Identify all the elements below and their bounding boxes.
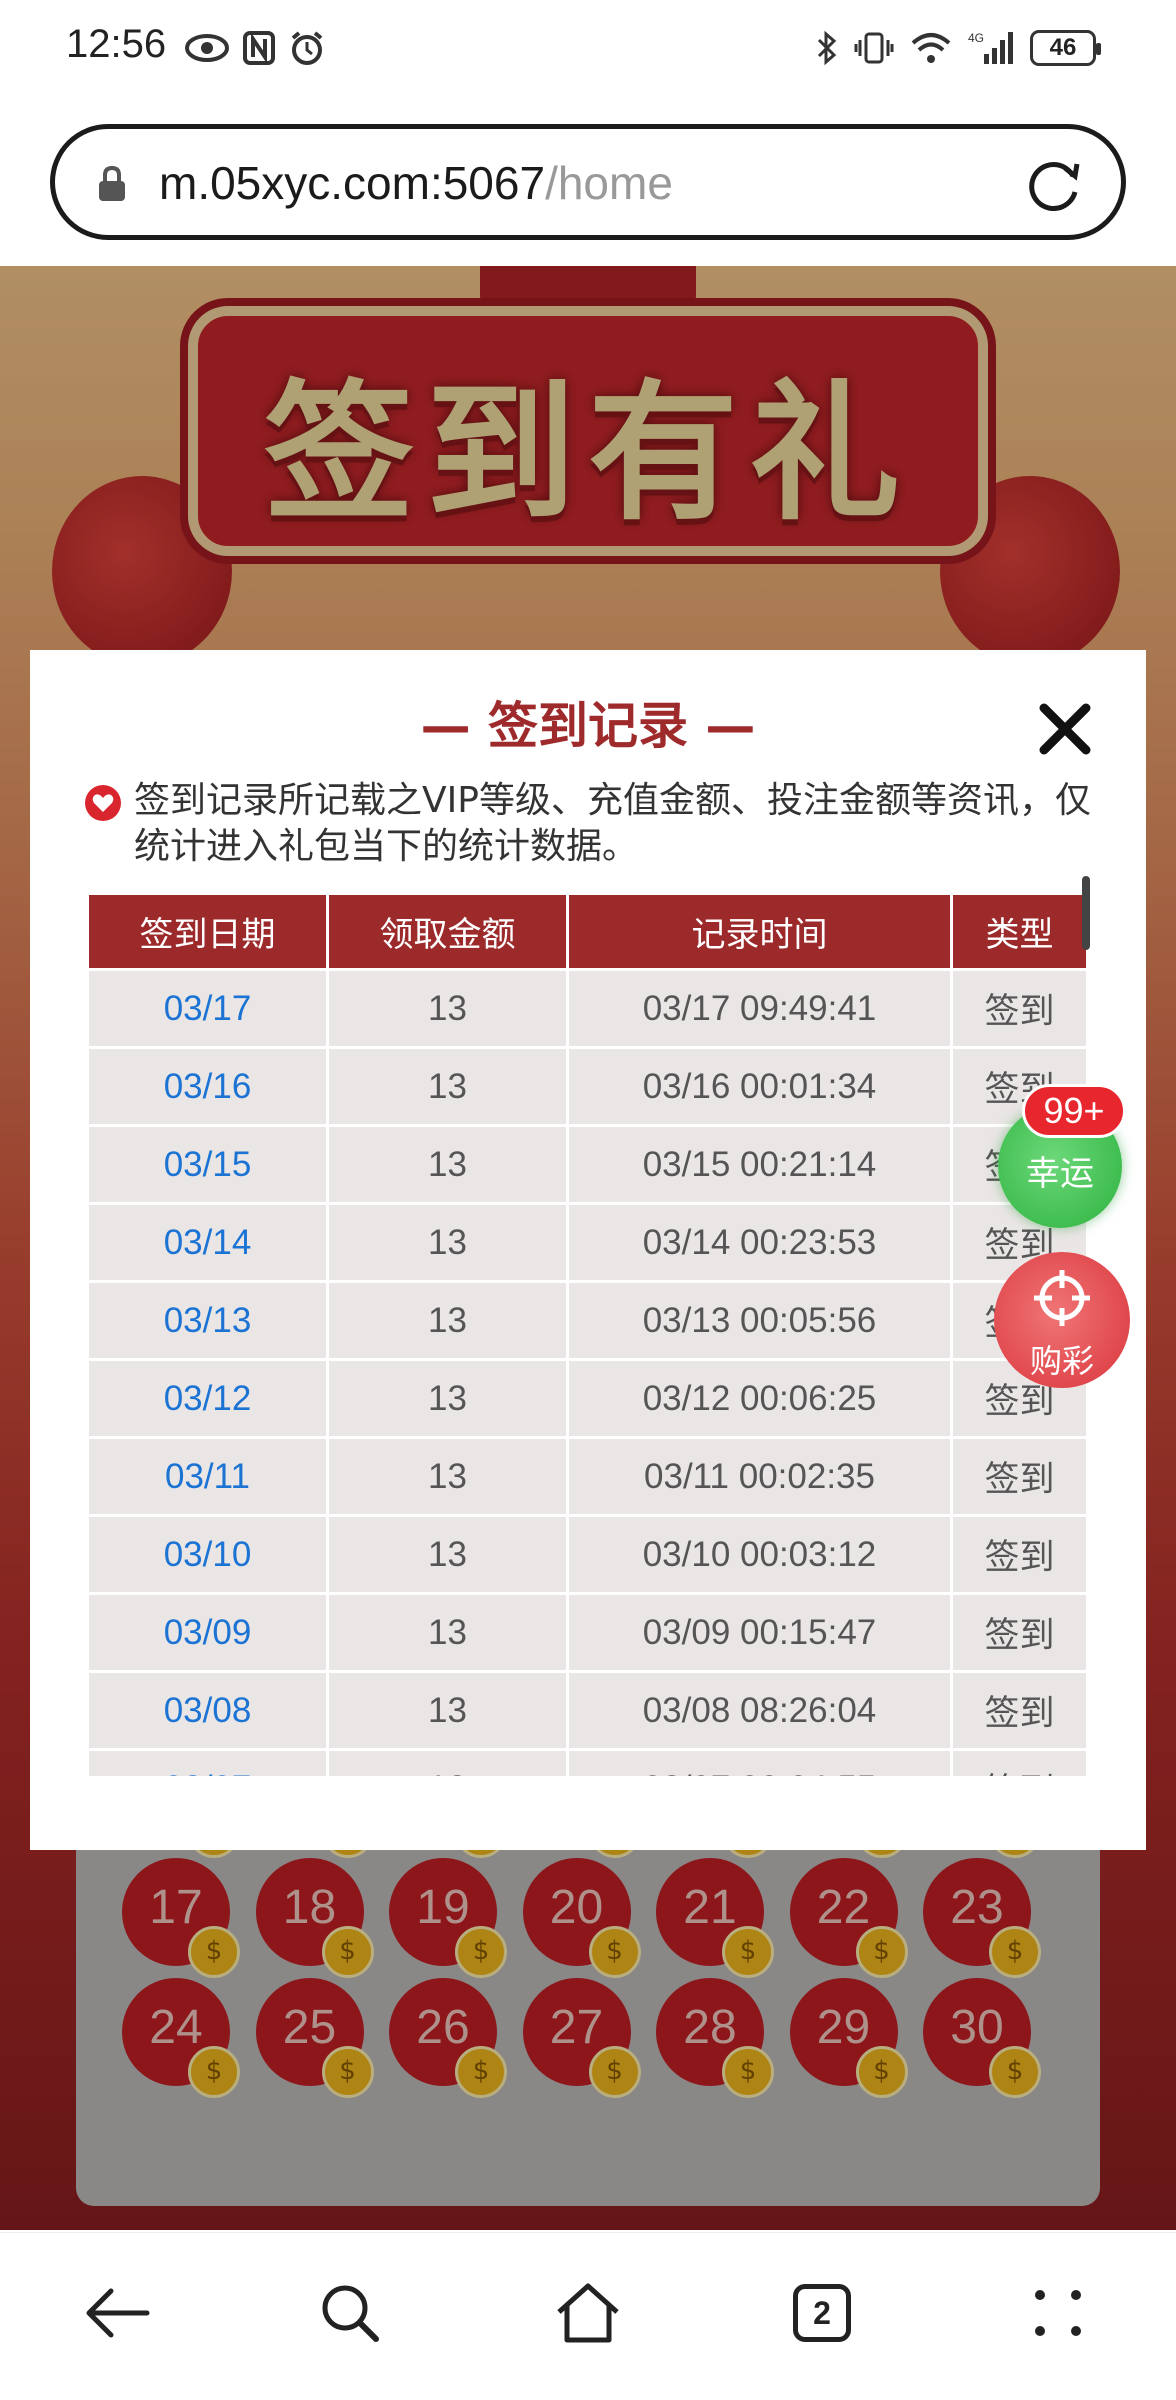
status-right-icons: 4G 46 bbox=[816, 30, 1101, 66]
notice-text: 签到记录所记载之VIP等级、充值金额、投注金额等资讯，仅统计进入礼包当下的统计数… bbox=[134, 780, 1091, 867]
column-header-date: 签到日期 bbox=[86, 892, 329, 971]
status-time: 12:56 bbox=[66, 22, 167, 66]
records-table: 签到日期 领取金额 记录时间 类型 03/17 13 03/17 09:49:41 签… bbox=[86, 892, 1086, 1776]
signal-icon: 4G bbox=[968, 31, 1013, 64]
table-row: 03/08 13 03/08 08:26:04 签到 bbox=[86, 1670, 1086, 1751]
cell-type: 签到 bbox=[950, 968, 1086, 1049]
cell-type: 签到 bbox=[950, 1514, 1086, 1595]
table-row: 03/151303/15 00:21:14签到 bbox=[86, 1124, 1086, 1205]
cell-amount: 13 bbox=[326, 1358, 569, 1439]
cell-time: 03/07 00:04:55 bbox=[566, 1748, 953, 1776]
cell-date: 03/15 bbox=[86, 1124, 329, 1205]
cell-amount: 13 bbox=[326, 1748, 569, 1776]
battery-indicator: 46 bbox=[1030, 30, 1101, 66]
home-icon bbox=[557, 2283, 619, 2343]
cell-amount: 13 bbox=[326, 1280, 569, 1361]
target-icon bbox=[1034, 1270, 1090, 1326]
column-header-time: 记录时间 bbox=[566, 892, 953, 971]
cell-type: 签到 bbox=[950, 1748, 1086, 1776]
cell-time: 03/14 00:23:53 bbox=[566, 1202, 953, 1283]
lucky-label: 幸运 bbox=[1026, 1154, 1094, 1194]
column-header-amount: 领取金额 bbox=[326, 892, 569, 971]
table-row: 03/10 13 03/10 00:03:12 签到 bbox=[86, 1514, 1086, 1595]
cell-time: 03/08 08:26:04 bbox=[566, 1670, 953, 1751]
cell-type: 签到 bbox=[950, 1436, 1086, 1517]
cell-time: 03/09 00:15:47 bbox=[566, 1592, 953, 1673]
cell-date: 03/16 bbox=[86, 1046, 329, 1127]
buy-lottery-float-button[interactable]: 购彩 bbox=[994, 1252, 1130, 1388]
cell-time: 03/17 09:49:41 bbox=[566, 968, 953, 1049]
menu-button[interactable] bbox=[1018, 2273, 1098, 2353]
cell-time: 03/13 00:05:56 bbox=[566, 1280, 953, 1361]
cell-date: 03/14 bbox=[86, 1202, 329, 1283]
table-row: 03/12 13 03/12 00:06:25 签到 bbox=[86, 1358, 1086, 1439]
cell-amount: 13 bbox=[326, 1046, 569, 1127]
cell-date: 03/10 bbox=[86, 1514, 329, 1595]
cell-amount: 13 bbox=[326, 1202, 569, 1283]
cell-amount: 13 bbox=[326, 1592, 569, 1673]
cell-amount: 13 bbox=[326, 968, 569, 1049]
cell-time: 03/15 00:21:14 bbox=[566, 1124, 953, 1205]
cell-time: 03/11 00:02:35 bbox=[566, 1436, 953, 1517]
url-host: m.05xyc.com:5067 bbox=[159, 157, 546, 209]
table-row: 03/131303/13 00:05:56签到 bbox=[86, 1280, 1086, 1361]
refresh-icon[interactable] bbox=[1025, 156, 1085, 216]
cell-type: 签到 bbox=[950, 1592, 1086, 1673]
tabs-button[interactable]: 2 bbox=[782, 2273, 862, 2353]
table-row: 03/09 13 03/09 00:15:47 签到 bbox=[86, 1592, 1086, 1673]
status-left-icons bbox=[185, 30, 325, 66]
vibrate-icon bbox=[854, 32, 894, 64]
tab-count: 2 bbox=[793, 2284, 851, 2342]
table-header-row: 签到日期 领取金额 记录时间 类型 bbox=[86, 892, 1086, 971]
table-row: 03/11 13 03/11 00:02:35 签到 bbox=[86, 1436, 1086, 1517]
cell-date: 03/11 bbox=[86, 1436, 329, 1517]
table-row: 03/16 13 03/16 00:01:34 签到 bbox=[86, 1046, 1086, 1127]
signin-record-modal: — 签到记录 — 签到记录所记载之VIP等级、充值金额、投注金额等资讯，仅统计进… bbox=[30, 650, 1146, 1850]
cell-amount: 13 bbox=[326, 1514, 569, 1595]
alarm-icon bbox=[291, 31, 323, 65]
search-icon bbox=[322, 2285, 379, 2342]
wifi-icon bbox=[911, 33, 951, 63]
cell-date: 03/17 bbox=[86, 968, 329, 1049]
search-button[interactable] bbox=[310, 2273, 390, 2353]
modal-title: — 签到记录 — bbox=[420, 697, 756, 755]
cell-time: 03/16 00:01:34 bbox=[566, 1046, 953, 1127]
cell-type: 签到 bbox=[950, 1670, 1086, 1751]
url-path: /home bbox=[545, 157, 673, 209]
cell-amount: 13 bbox=[326, 1436, 569, 1517]
cell-time: 03/12 00:06:25 bbox=[566, 1358, 953, 1439]
table-row: 03/071303/07 00:04:55签到 bbox=[86, 1748, 1086, 1776]
table-scrollbar[interactable] bbox=[1082, 876, 1090, 950]
cell-date: 03/13 bbox=[86, 1280, 329, 1361]
cell-date: 03/12 bbox=[86, 1358, 329, 1439]
cell-date: 03/08 bbox=[86, 1670, 329, 1751]
column-header-type: 类型 bbox=[950, 892, 1086, 971]
svg-text:4G: 4G bbox=[968, 31, 984, 45]
cell-amount: 13 bbox=[326, 1670, 569, 1751]
nfc-icon bbox=[243, 31, 275, 65]
browser-bottom-nav: 2 bbox=[0, 2232, 1176, 2400]
address-bar[interactable]: m.05xyc.com:5067/home bbox=[50, 124, 1126, 240]
home-button[interactable] bbox=[548, 2273, 628, 2353]
buy-label: 购彩 bbox=[1029, 1342, 1094, 1380]
table-row: 03/14 13 03/14 00:23:53 签到 bbox=[86, 1202, 1086, 1283]
table-row: 03/17 13 03/17 09:49:41 签到 bbox=[86, 968, 1086, 1049]
close-icon[interactable] bbox=[1030, 694, 1100, 764]
back-arrow-icon bbox=[86, 2288, 150, 2338]
lock-icon bbox=[99, 165, 125, 201]
records-table-viewport[interactable]: 签到日期 领取金额 记录时间 类型 03/17 13 03/17 09:49:41 签… bbox=[86, 892, 1086, 1776]
cell-date: 03/07 bbox=[86, 1748, 329, 1776]
url-text[interactable]: m.05xyc.com:5067/home bbox=[159, 156, 673, 210]
cell-time: 03/10 00:03:12 bbox=[566, 1514, 953, 1595]
bluetooth-icon bbox=[817, 30, 837, 66]
back-button[interactable] bbox=[78, 2273, 158, 2353]
eye-icon bbox=[185, 34, 229, 62]
status-bar: 12:56 4G 46 bbox=[0, 0, 1176, 100]
menu-dots-icon bbox=[1035, 2290, 1081, 2336]
cell-amount: 13 bbox=[326, 1124, 569, 1205]
notification-badge: 99+ bbox=[1022, 1084, 1126, 1138]
cell-date: 03/09 bbox=[86, 1592, 329, 1673]
